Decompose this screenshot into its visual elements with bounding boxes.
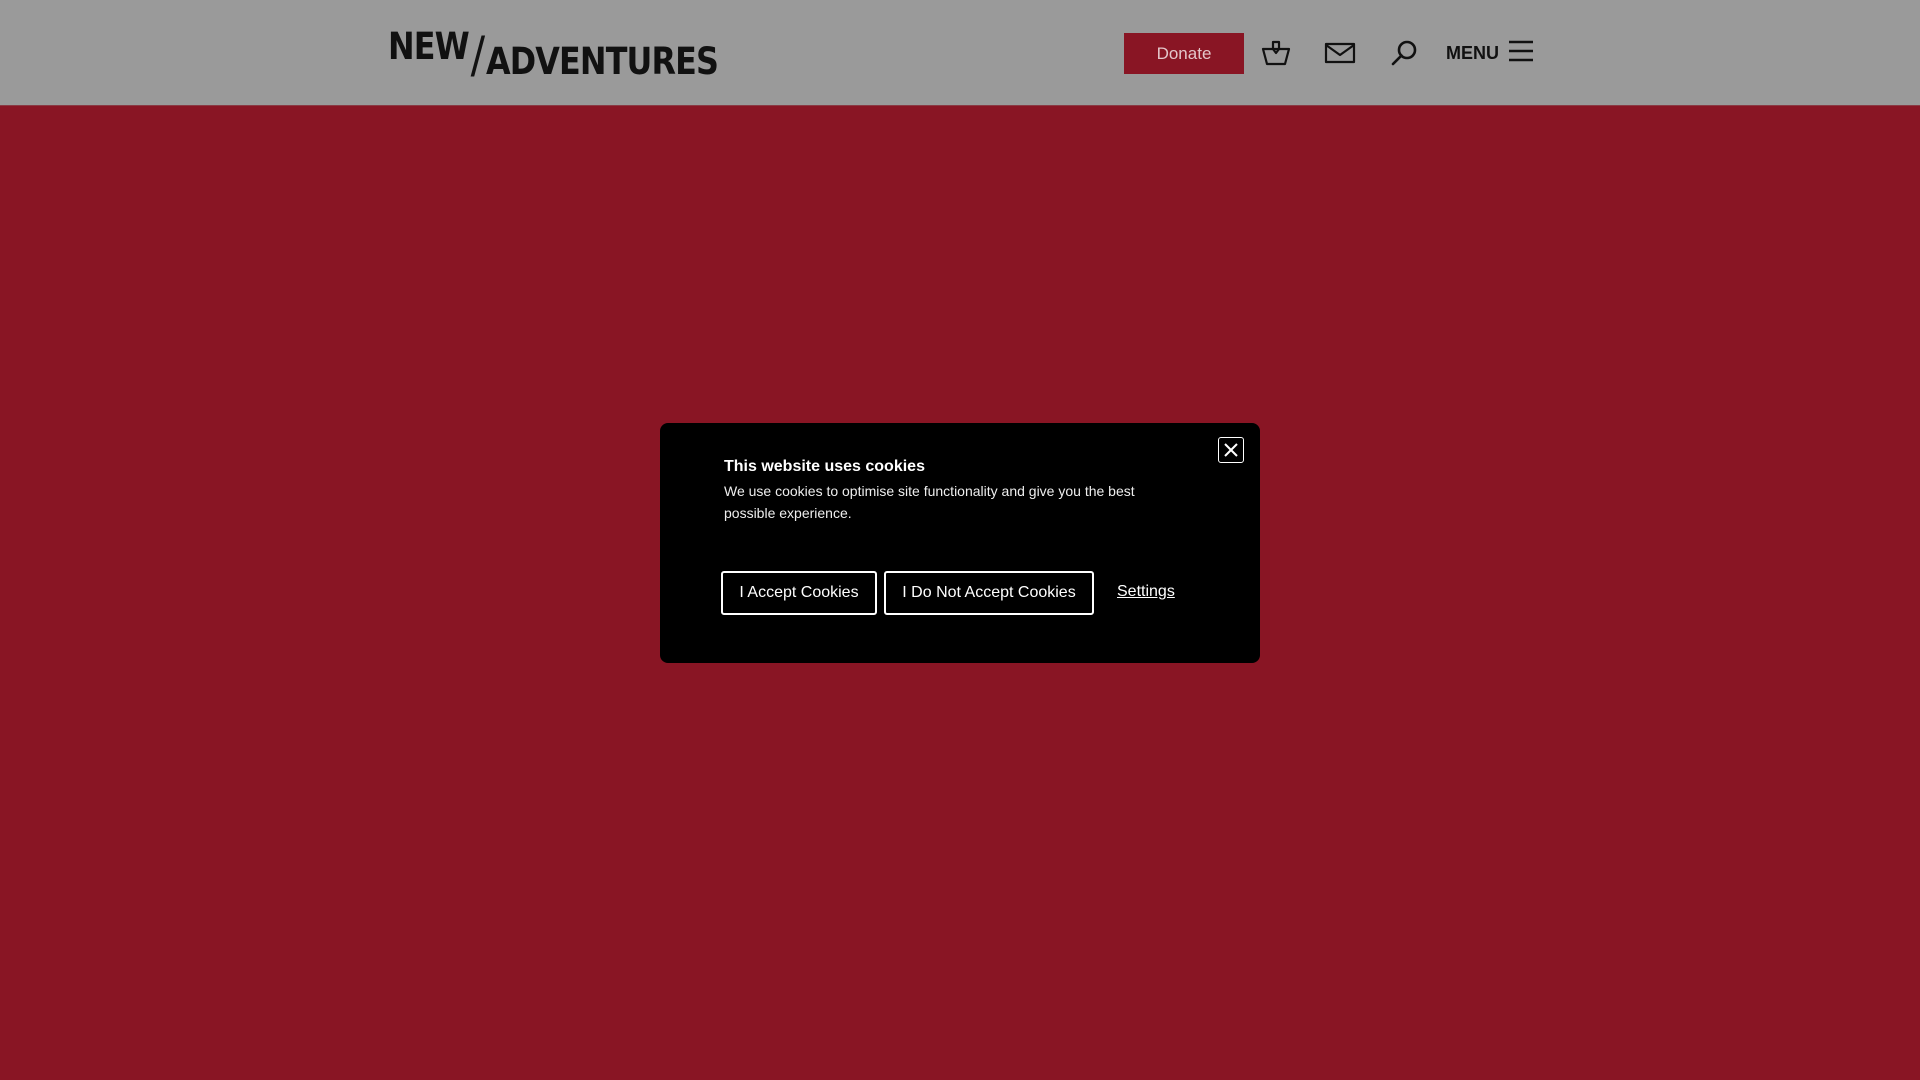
basket-icon[interactable] <box>1258 35 1294 71</box>
logo-word-new: NEW <box>388 25 470 68</box>
donate-button[interactable]: Donate <box>1124 33 1244 74</box>
menu-label: MENU <box>1446 42 1499 63</box>
cookie-banner-text: We use cookies to optimise site function… <box>724 483 1135 521</box>
cookie-consent-dialog: This website uses cookies We use cookies… <box>660 423 1260 663</box>
search-icon[interactable] <box>1386 35 1422 71</box>
reject-cookies-button[interactable]: I Do Not Accept Cookies <box>884 571 1094 615</box>
accept-cookies-button[interactable]: I Accept Cookies <box>721 571 877 615</box>
site-header: NEW / ADVENTURES Donate MENU <box>0 0 1920 106</box>
menu-toggle[interactable]: MENU <box>1446 38 1534 68</box>
new-adventures-logo[interactable]: NEW / ADVENTURES <box>388 25 719 84</box>
cookie-banner-title: This website uses cookies <box>724 458 925 475</box>
hamburger-icon <box>1508 39 1534 68</box>
logo-slash: / <box>470 26 485 84</box>
mail-icon[interactable] <box>1322 35 1358 71</box>
close-icon[interactable] <box>1218 437 1244 463</box>
logo-word-adventures: ADVENTURES <box>485 40 719 83</box>
cookie-settings-link[interactable]: Settings <box>1117 583 1175 601</box>
